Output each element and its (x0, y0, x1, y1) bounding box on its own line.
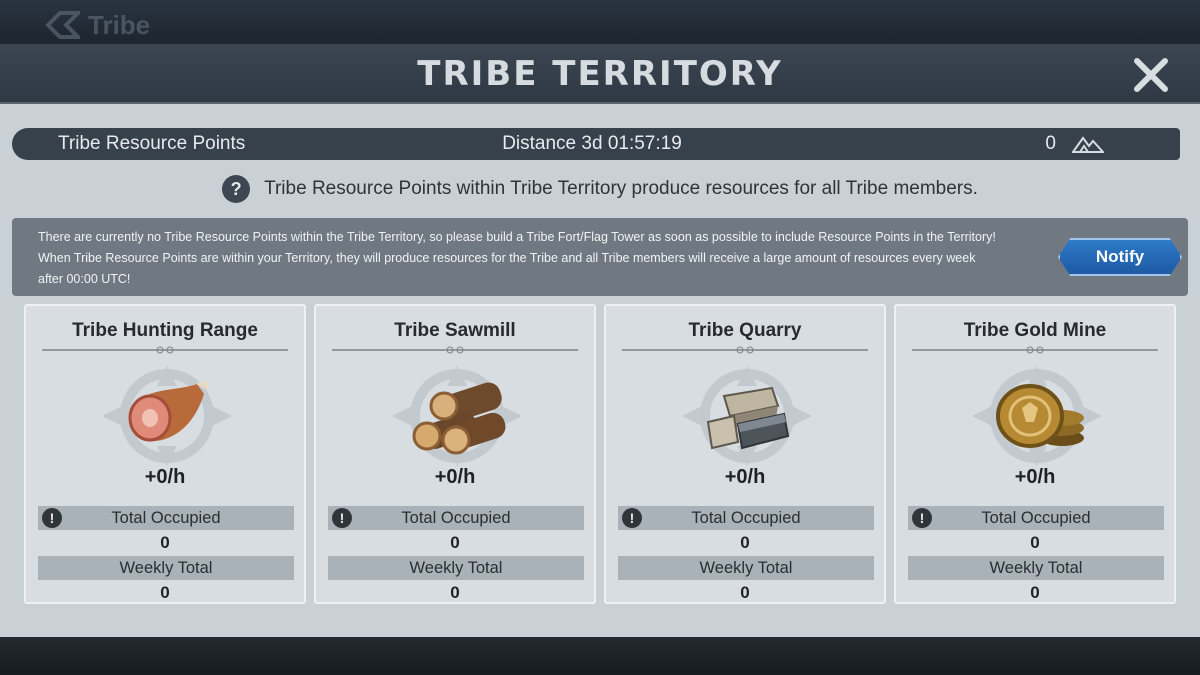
stone-icon (682, 366, 812, 466)
total-occupied-label: Total Occupied (691, 508, 801, 527)
divider-ornament (912, 346, 1158, 354)
notice-banner: There are currently no Tribe Resource Po… (12, 218, 1188, 296)
divider-ornament (622, 346, 868, 354)
divider-ornament (332, 346, 578, 354)
card-title: Tribe Hunting Range (72, 320, 258, 341)
weekly-total-value: 0 (740, 583, 750, 602)
modal-title: TRIBE TERRITORY (417, 54, 783, 94)
card-title: Tribe Sawmill (394, 320, 516, 341)
resource-points-bar: Tribe Resource Points Distance 3d 01:57:… (12, 128, 1180, 160)
card-hunting-range[interactable]: Tribe Hunting Range +0/h ! Total Occupie… (24, 304, 306, 604)
card-quarry[interactable]: Tribe Quarry +0/h ! Total Occupied 0 Wee… (604, 304, 886, 604)
total-occupied-value: 0 (740, 533, 750, 552)
production-rate: +0/h (434, 466, 476, 488)
total-occupied-row: ! Total Occupied (908, 506, 1164, 530)
tribe-territory-modal: TRIBE TERRITORY Tribe Resource Points Di… (0, 44, 1200, 637)
weekly-total-label: Weekly Total (409, 558, 503, 577)
total-occupied-row: ! Total Occupied (328, 506, 584, 530)
card-sawmill[interactable]: Tribe Sawmill +0/h ! Total Occupied 0 We… (314, 304, 596, 604)
weekly-total-value: 0 (160, 583, 170, 602)
production-rate: +0/h (144, 466, 186, 488)
total-occupied-value: 0 (1030, 533, 1040, 552)
back-arrow-icon (45, 11, 80, 39)
resource-points-count: 0 (1045, 133, 1056, 154)
notice-text: There are currently no Tribe Resource Po… (38, 227, 1068, 290)
card-title: Tribe Gold Mine (963, 320, 1107, 341)
mountain-icon (1072, 136, 1104, 153)
total-occupied-label: Total Occupied (401, 508, 511, 527)
notify-button[interactable]: Notify (1058, 238, 1182, 276)
alert-icon[interactable]: ! (332, 508, 352, 528)
weekly-total-value: 0 (450, 583, 460, 602)
weekly-total-row: Weekly Total (908, 556, 1164, 580)
notice-line-2: When Tribe Resource Points are within yo… (38, 251, 976, 265)
alert-icon[interactable]: ! (42, 508, 62, 528)
production-rate: +0/h (1014, 466, 1056, 488)
background-bottom (0, 637, 1200, 675)
weekly-total-row: Weekly Total (618, 556, 874, 580)
alert-icon[interactable]: ! (912, 508, 932, 528)
divider-ornament (42, 346, 288, 354)
alert-icon[interactable]: ! (622, 508, 642, 528)
total-occupied-row: ! Total Occupied (38, 506, 294, 530)
weekly-total-value: 0 (1030, 583, 1040, 602)
background-back-button: Tribe (44, 8, 150, 42)
info-text: Tribe Resource Points within Tribe Terri… (264, 178, 978, 199)
resource-cards: Tribe Hunting Range +0/h ! Total Occupie… (24, 304, 1178, 610)
total-occupied-label: Total Occupied (111, 508, 221, 527)
meat-icon (102, 366, 232, 466)
total-occupied-value: 0 (450, 533, 460, 552)
gold-icon (972, 366, 1102, 466)
weekly-total-label: Weekly Total (989, 558, 1083, 577)
modal-header: TRIBE TERRITORY (0, 44, 1200, 104)
weekly-total-row: Weekly Total (38, 556, 294, 580)
card-gold-mine[interactable]: Tribe Gold Mine +0/h ! Total Occupied 0 (894, 304, 1176, 604)
close-icon[interactable] (1132, 56, 1170, 94)
total-occupied-label: Total Occupied (981, 508, 1091, 527)
wood-icon (392, 366, 522, 466)
info-line: ? Tribe Resource Points within Tribe Ter… (0, 174, 1200, 204)
notice-line-1: There are currently no Tribe Resource Po… (38, 230, 996, 244)
card-title: Tribe Quarry (688, 320, 802, 341)
weekly-total-label: Weekly Total (699, 558, 793, 577)
total-occupied-row: ! Total Occupied (618, 506, 874, 530)
distance-timer: Distance 3d 01:57:19 (502, 133, 682, 154)
total-occupied-value: 0 (160, 533, 170, 552)
help-icon[interactable]: ? (222, 175, 251, 203)
notice-line-3: after 00:00 UTC! (38, 272, 131, 286)
background-top-bar (0, 0, 1200, 44)
weekly-total-label: Weekly Total (119, 558, 213, 577)
background-back-label: Tribe (88, 9, 151, 40)
production-rate: +0/h (724, 466, 766, 488)
weekly-total-row: Weekly Total (328, 556, 584, 580)
